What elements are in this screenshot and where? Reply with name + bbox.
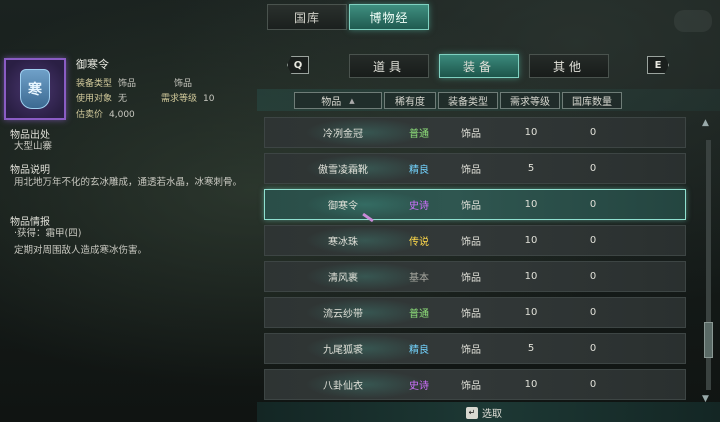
next-category-key[interactable]: E: [647, 56, 669, 74]
row-req-level: 5: [527, 343, 535, 354]
tab-other[interactable]: 其他: [529, 54, 609, 78]
header-rarity[interactable]: 稀有度: [384, 92, 436, 109]
row-stock-qty: 0: [589, 127, 597, 138]
row-req-level: 10: [524, 199, 538, 210]
row-rarity: 史诗: [409, 201, 429, 212]
item-name: 御寒令: [76, 58, 109, 71]
row-stock-qty: 0: [589, 379, 597, 390]
row-equip-type: 饰品: [461, 237, 481, 248]
attr-type: 装备类型 饰品: [76, 76, 136, 89]
table-row[interactable]: 流云纱带 普通 饰品 10 0: [264, 297, 686, 328]
table-row[interactable]: 冷冽金冠 普通 饰品 10 0: [264, 117, 686, 148]
scroll-thumb[interactable]: [704, 322, 713, 358]
select-hint[interactable]: ↵ 选取: [466, 405, 502, 420]
scroll-up-icon[interactable]: ▲: [702, 118, 709, 128]
table-row[interactable]: 寒冰珠 传说 饰品 10 0: [264, 225, 686, 256]
row-rarity: 普通: [409, 129, 429, 140]
row-item-name: 冷冽金冠: [323, 129, 363, 140]
row-stock-qty: 0: [589, 307, 597, 318]
row-item-name: 寒冰珠: [328, 237, 358, 248]
tab-equipment[interactable]: 装备: [439, 54, 519, 78]
row-equip-type: 饰品: [461, 273, 481, 284]
table-row[interactable]: 御寒令 史诗 饰品 10 0: [264, 189, 686, 220]
row-req-level: 10: [524, 271, 538, 282]
row-rarity: 传说: [409, 237, 429, 248]
row-req-level: 10: [524, 127, 538, 138]
prev-category-key[interactable]: Q: [287, 56, 309, 74]
row-rarity: 精良: [409, 165, 429, 176]
row-stock-qty: 0: [589, 235, 597, 246]
row-req-level: 5: [527, 163, 535, 174]
header-req-level[interactable]: 需求等级: [500, 92, 560, 109]
desc-title: 物品说明: [10, 165, 50, 176]
row-stock-qty: 0: [589, 199, 597, 210]
row-req-level: 10: [524, 307, 538, 318]
row-item-name: 御寒令: [328, 201, 358, 212]
table-row[interactable]: 九尾狐裘 精良 饰品 5 0: [264, 333, 686, 364]
tab-museum[interactable]: 博物经: [349, 4, 429, 30]
attr-level-key: 需求等级: [161, 94, 198, 104]
row-item-name: 流云纱带: [323, 309, 363, 320]
row-stock-qty: 0: [589, 163, 597, 174]
header-item-label: 物品: [321, 97, 342, 108]
row-item-name: 八卦仙衣: [323, 381, 363, 392]
tab-treasury[interactable]: 国库: [267, 4, 347, 30]
row-rarity: 基本: [409, 273, 429, 284]
attr-target: 使用对象无: [76, 91, 127, 104]
item-icon-frame: 寒: [4, 58, 66, 120]
row-equip-type: 饰品: [461, 129, 481, 140]
info-line2: 定期对周围敌人造成寒冰伤害。: [14, 245, 148, 256]
row-equip-type: 饰品: [461, 165, 481, 176]
header-equip-type[interactable]: 装备类型: [438, 92, 498, 109]
table-row[interactable]: 傲雪凌霜靴 精良 饰品 5 0: [264, 153, 686, 184]
header-stock-qty[interactable]: 国库数量: [562, 92, 622, 109]
row-req-level: 10: [524, 235, 538, 246]
row-stock-qty: 0: [589, 271, 597, 282]
attr-type-val2: 饰品: [174, 79, 193, 89]
tab-items[interactable]: 道具: [349, 54, 429, 78]
row-item-name: 清风裹: [328, 273, 358, 284]
table-row[interactable]: 八卦仙衣 史诗 饰品 10 0: [264, 369, 686, 400]
table-row[interactable]: 清风裹 基本 饰品 10 0: [264, 261, 686, 292]
select-hint-label: 选取: [482, 409, 502, 420]
top-tabs: 国库 博物经: [267, 4, 429, 30]
row-item-name: 傲雪凌霜靴: [318, 165, 368, 176]
header-item[interactable]: 物品 ▲: [294, 92, 382, 109]
row-req-level: 10: [524, 379, 538, 390]
attr-level-val: 10: [203, 94, 215, 104]
cold-token-icon: 寒: [20, 69, 50, 109]
row-equip-type: 饰品: [461, 309, 481, 320]
attr-price-key: 估卖价: [76, 110, 104, 120]
enter-key-icon: ↵: [466, 406, 478, 419]
attr-price-val: 4,000: [109, 110, 135, 120]
attr-level: 需求等级 10: [161, 91, 214, 104]
source-text: 大型山寨: [14, 141, 53, 152]
row-equip-type: 饰品: [461, 201, 481, 212]
info-line1: ·获得：霜甲(四): [14, 228, 82, 239]
attr-type-val1: 饰品: [118, 79, 137, 89]
attr-target-key: 使用对象: [76, 94, 113, 104]
row-stock-qty: 0: [589, 343, 597, 354]
top-right-emblem: [674, 10, 712, 32]
row-rarity: 史诗: [409, 381, 429, 392]
row-rarity: 精良: [409, 345, 429, 356]
attr-target-val: 无: [118, 94, 128, 104]
row-item-name: 九尾狐裘: [323, 345, 363, 356]
attr-type-key: 装备类型: [76, 79, 113, 89]
row-equip-type: 饰品: [461, 381, 481, 392]
attr-price: 估卖价 4,000: [76, 107, 135, 120]
desc-text: 用北地万年不化的玄冰雕成，通透若水晶，冰寒刺骨。: [14, 177, 243, 188]
sort-icon: ▲: [349, 96, 355, 105]
row-equip-type: 饰品: [461, 345, 481, 356]
row-rarity: 普通: [409, 309, 429, 320]
